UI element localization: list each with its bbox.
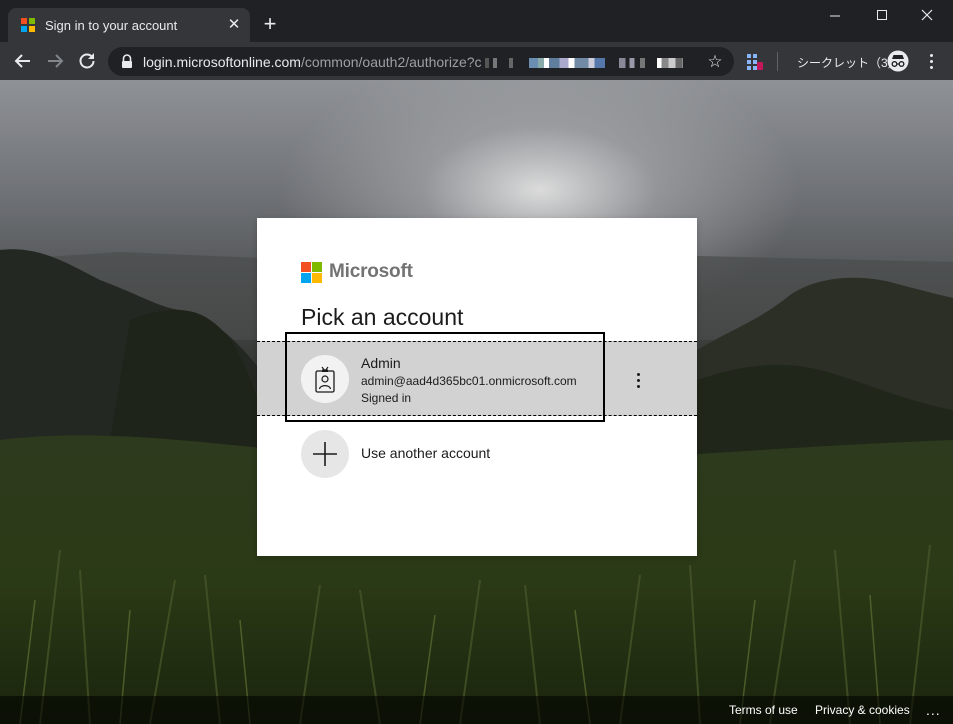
redacted-url-segment (619, 58, 646, 69)
browser-toolbar: login.microsoftonline.com/common/oauth2/… (0, 42, 953, 80)
logo-square-yellow (312, 273, 322, 283)
page-footer: Terms of use Privacy & cookies ... (0, 696, 953, 724)
incognito-icon[interactable] (887, 50, 909, 72)
sign-in-card: Microsoft Pick an account Admin admin@aa… (257, 218, 697, 556)
new-tab-button[interactable]: + (258, 13, 282, 37)
close-icon[interactable] (904, 4, 950, 28)
logo-square-red (301, 262, 311, 272)
use-another-account-button[interactable]: Use another account (257, 428, 697, 484)
account-email: admin@aad4d365bc01.onmicrosoft.com (361, 374, 577, 388)
bookmark-star-icon[interactable]: ☆ (705, 52, 725, 72)
footer-more-icon[interactable]: ... (926, 702, 941, 718)
tab-close-icon[interactable]: ✕ (224, 15, 244, 35)
terms-of-use-link[interactable]: Terms of use (729, 703, 798, 717)
logo-square-green (312, 262, 322, 272)
maximize-icon[interactable] (858, 4, 904, 28)
extension-icon[interactable] (746, 53, 764, 71)
plus-icon (301, 430, 349, 478)
account-name: Admin (361, 355, 401, 371)
url-text: login.microsoftonline.com/common/oauth2/… (143, 54, 683, 70)
account-badge-icon (301, 355, 349, 403)
microsoft-wordmark: Microsoft (329, 261, 413, 282)
microsoft-favicon-icon (21, 18, 35, 32)
account-status: Signed in (361, 391, 412, 405)
reload-icon[interactable] (75, 49, 99, 73)
tab-strip: Sign in to your account ✕ + (0, 0, 953, 42)
url-path: /common/oauth2/authorize?c (300, 54, 482, 70)
browser-menu-icon[interactable] (921, 51, 941, 71)
address-bar[interactable]: login.microsoftonline.com/common/oauth2/… (108, 47, 734, 76)
logo-square-blue (301, 273, 311, 283)
use-another-account-label: Use another account (361, 445, 491, 461)
incognito-label[interactable]: シークレット（3） (797, 54, 900, 71)
page-background: Microsoft Pick an account Admin admin@aa… (0, 80, 953, 724)
microsoft-logo-icon (301, 262, 323, 284)
page-title: Pick an account (301, 304, 464, 330)
browser-chrome: Sign in to your account ✕ + login.micros… (0, 0, 953, 80)
redacted-url-segment (529, 58, 606, 69)
toolbar-divider (777, 52, 778, 71)
back-arrow-icon[interactable] (11, 49, 35, 73)
account-tile-admin[interactable]: Admin admin@aad4d365bc01.onmicrosoft.com… (257, 341, 697, 416)
account-options-icon[interactable] (627, 368, 649, 392)
redacted-url-segment (485, 58, 526, 69)
redacted-url-segment (657, 58, 683, 69)
tab-title: Sign in to your account (45, 18, 178, 33)
privacy-cookies-link[interactable]: Privacy & cookies (815, 703, 910, 717)
forward-arrow-icon[interactable] (43, 49, 67, 73)
minimize-icon[interactable] (812, 4, 858, 28)
tab-sign-in[interactable]: Sign in to your account ✕ (8, 8, 250, 42)
url-host: login.microsoftonline.com (143, 54, 301, 70)
lock-icon (120, 54, 134, 69)
